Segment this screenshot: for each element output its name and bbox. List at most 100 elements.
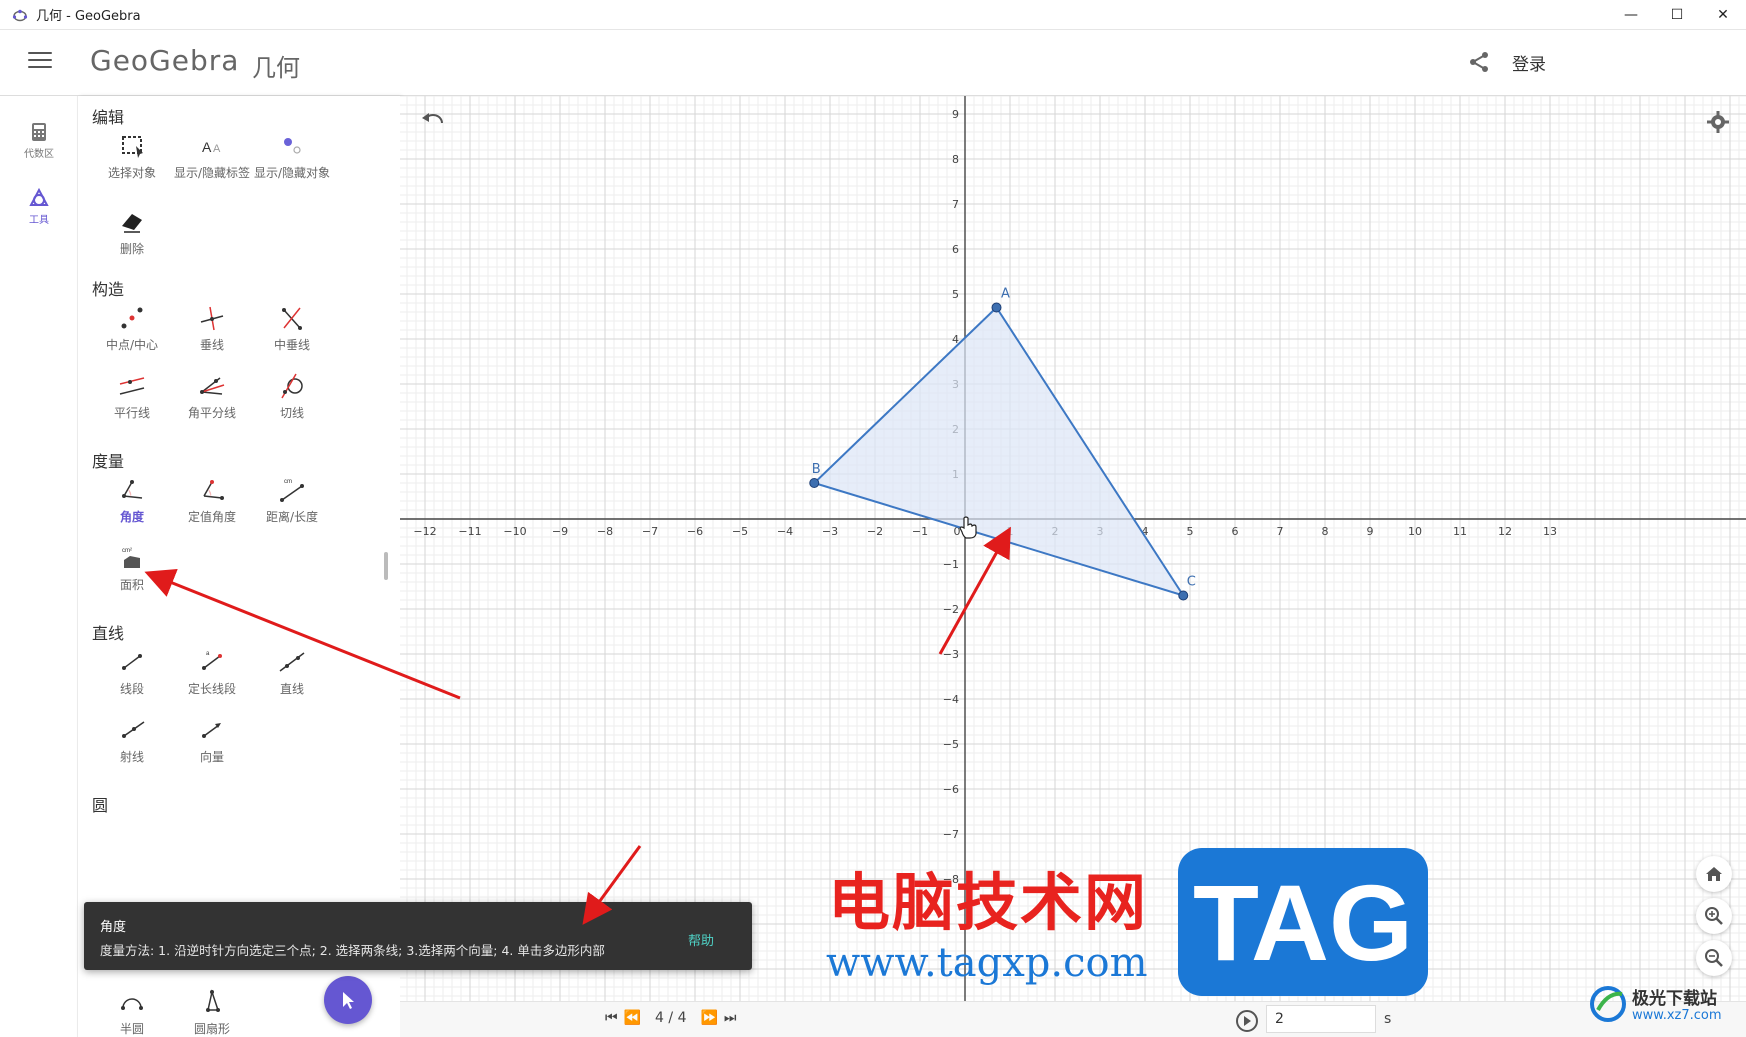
x-tick-label: 13: [1543, 525, 1557, 538]
tool-tangent[interactable]: 切线: [252, 372, 332, 421]
point-label: C: [1187, 575, 1196, 590]
zoom-in-icon: [1705, 907, 1723, 925]
zoom-out-icon: [1705, 949, 1723, 967]
x-tick-label: 8: [1322, 525, 1329, 538]
nav-rail: 代数区 工具: [0, 96, 78, 1037]
rail-item-algebra[interactable]: 代数区: [0, 122, 78, 160]
rail-item-tools[interactable]: 工具: [0, 187, 78, 226]
tools-panel: 编辑 选择对象 A A 显示/隐藏标签 显示/隐藏对象 删除 构造 中点/中心: [78, 96, 400, 1037]
section-title-measure: 度量: [92, 452, 125, 471]
tool-segment[interactable]: 线段: [92, 648, 172, 697]
y-tick-label: 6: [952, 243, 959, 256]
x-tick-label: 10: [1408, 525, 1422, 538]
tools-icon: [29, 187, 49, 206]
tool-line[interactable]: 直线: [252, 648, 332, 697]
speed-input[interactable]: 2: [1266, 1005, 1376, 1033]
point-label: A: [1001, 287, 1010, 302]
tool-angle-bisector[interactable]: 角平分线: [172, 372, 252, 421]
y-tick-label: 7: [952, 198, 959, 211]
gear-icon[interactable]: [1706, 110, 1730, 134]
tool-ray[interactable]: 射线: [92, 716, 172, 765]
svg-text:a: a: [206, 651, 210, 657]
x-tick-label: −9: [552, 525, 568, 538]
circular-sector-icon: [206, 989, 220, 1012]
section-title-circles: 圆: [92, 796, 109, 815]
x-tick-label: −7: [642, 525, 658, 538]
tool-distance[interactable]: cm 距离/长度: [252, 476, 332, 525]
tangent-icon: [281, 373, 303, 399]
minimize-icon[interactable]: —: [1608, 0, 1654, 30]
tool-show-hide-object[interactable]: 显示/隐藏对象: [252, 132, 332, 181]
watermark-cn: 电脑技术网: [828, 866, 1149, 939]
tool-fixed-segment[interactable]: a 定长线段: [172, 648, 252, 697]
parallel-line-icon: [119, 377, 145, 395]
triangle-polygon: [812, 305, 1186, 598]
tool-angle[interactable]: 角度: [92, 476, 172, 525]
home-icon: [1706, 867, 1722, 881]
tool-vector[interactable]: 向量: [172, 716, 252, 765]
hamburger-menu-icon[interactable]: [28, 52, 52, 72]
tools-scrollbar[interactable]: [384, 552, 388, 580]
x-tick-label: 9: [1367, 525, 1374, 538]
tool-parallel[interactable]: 平行线: [92, 372, 172, 421]
tool-perpendicular[interactable]: 垂线: [172, 304, 252, 353]
midpoint-icon: [121, 307, 143, 329]
show-hide-object-icon: [284, 138, 301, 154]
svg-text:cm: cm: [284, 479, 292, 485]
first-step-icon[interactable]: ⏮: [605, 1010, 618, 1026]
tool-circular-sector[interactable]: 圆扇形: [172, 988, 252, 1037]
tool-perpendicular-bisector[interactable]: 中垂线: [252, 304, 332, 353]
x-tick-label: −6: [687, 525, 703, 538]
fixed-angle-icon: [203, 480, 224, 500]
zoom-in-button[interactable]: [1696, 898, 1732, 934]
maximize-icon[interactable]: ☐: [1654, 0, 1700, 30]
vector-icon: [202, 723, 221, 738]
speed-unit: s: [1384, 1011, 1392, 1027]
last-step-icon[interactable]: ⏭: [724, 1010, 737, 1026]
ray-icon: [122, 721, 145, 738]
tool-select[interactable]: 选择对象: [92, 132, 172, 181]
tool-tooltip: 角度 度量方法: 1. 沿逆时针方向选定三个点; 2. 选择两条线; 3.选择两…: [84, 902, 752, 970]
next-step-icon[interactable]: ⏩: [700, 1010, 717, 1026]
y-tick-label: −5: [943, 738, 959, 751]
x-tick-label: 12: [1498, 525, 1512, 538]
tool-semicircle[interactable]: 半圆: [92, 988, 172, 1037]
playback-bar: ⏮ ⏪ 4 / 4 ⏩ ⏭ 2 s: [400, 1001, 1746, 1037]
previous-step-icon[interactable]: ⏪: [624, 1010, 641, 1026]
tooltip-body: 度量方法: 1. 沿逆时针方向选定三个点; 2. 选择两条线; 3.选择两个向量…: [100, 943, 605, 958]
svg-text:A: A: [202, 139, 212, 155]
tool-fixed-angle[interactable]: 定值角度: [172, 476, 252, 525]
svg-text:A: A: [213, 143, 221, 155]
x-tick-label: −10: [503, 525, 526, 538]
undo-icon[interactable]: [420, 110, 446, 132]
home-button[interactable]: [1696, 856, 1732, 892]
step-counter: 4 / 4: [655, 1010, 687, 1026]
tool-delete[interactable]: 删除: [92, 208, 172, 257]
app-name: 几何: [252, 54, 300, 82]
x-tick-label: −3: [822, 525, 838, 538]
tool-midpoint[interactable]: 中点/中心: [92, 304, 172, 353]
tooltip-help-link[interactable]: 帮助: [688, 930, 714, 949]
x-tick-label: −1: [912, 525, 928, 538]
perpendicular-line-icon: [200, 306, 224, 331]
section-title-lines: 直线: [92, 624, 125, 643]
y-tick-label: −1: [943, 558, 959, 571]
distance-icon: cm: [280, 479, 304, 502]
x-tick-label: 7: [1277, 525, 1284, 538]
y-tick-label: 8: [952, 153, 959, 166]
login-button[interactable]: 登录: [1512, 50, 1546, 75]
zoom-out-button[interactable]: [1696, 940, 1732, 976]
rail-item-label: 代数区: [24, 149, 54, 160]
y-tick-label: −2: [943, 603, 959, 616]
point-c: [1178, 590, 1189, 601]
tool-show-hide-label[interactable]: A A 显示/隐藏标签: [172, 132, 252, 181]
x-tick-label: −5: [732, 525, 748, 538]
y-tick-label: −6: [943, 783, 959, 796]
site-logo-icon: [1590, 986, 1626, 1022]
share-icon[interactable]: [1467, 50, 1491, 74]
tool-area[interactable]: cm² 面积: [92, 544, 172, 593]
move-tool-fab[interactable]: [324, 976, 372, 1024]
play-icon[interactable]: [1236, 1010, 1258, 1032]
eraser-icon: [122, 214, 142, 233]
close-icon[interactable]: ✕: [1700, 0, 1746, 30]
